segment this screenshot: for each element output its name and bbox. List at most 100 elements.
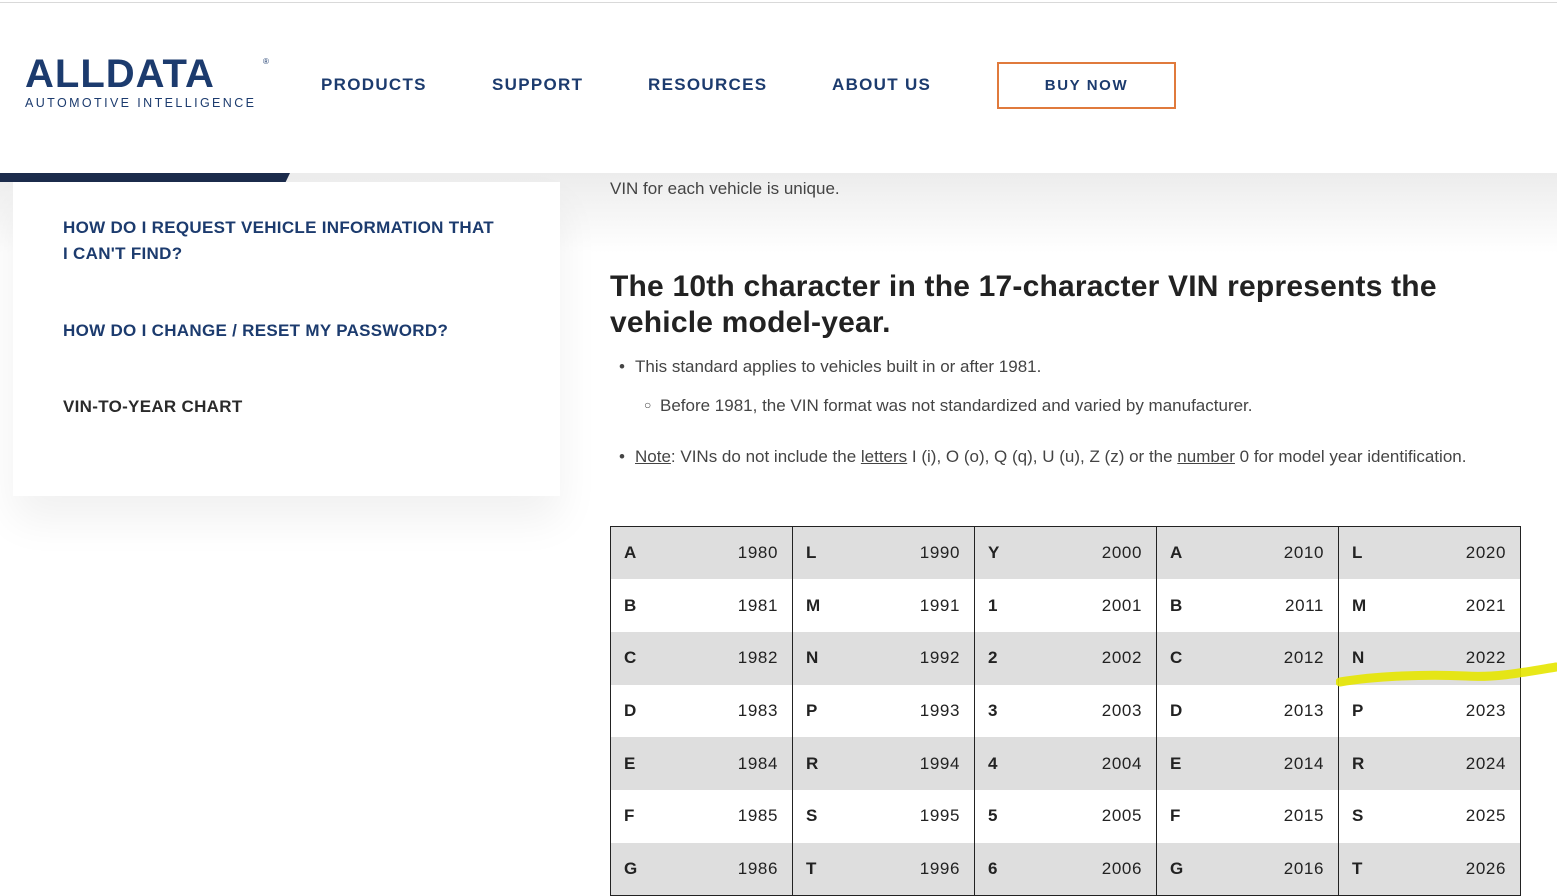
- vin-code-cell: 6: [974, 842, 1035, 896]
- model-year-cell: 1983: [670, 684, 793, 738]
- model-year-cell: 2010: [1216, 526, 1339, 580]
- sidebar-link-reset-password[interactable]: HOW DO I CHANGE / RESET MY PASSWORD?: [63, 318, 533, 344]
- vin-code-cell: E: [610, 737, 671, 790]
- sidebar-accent-bar: [0, 173, 290, 182]
- note-text-3: 0 for model year identification.: [1234, 447, 1467, 466]
- vin-code-cell: L: [1338, 526, 1399, 580]
- vin-code-cell: D: [610, 684, 671, 738]
- table-row: B 1981 M 1991 1 2001 B 2011 M 2021: [610, 579, 1521, 632]
- model-year-cell: 1980: [670, 526, 793, 580]
- vin-code-cell: 2: [974, 631, 1035, 685]
- nav-about-us[interactable]: ABOUT US: [832, 75, 931, 95]
- bullet-dot: •: [619, 447, 625, 466]
- model-year-cell: 2005: [1034, 789, 1157, 843]
- nav-products[interactable]: PRODUCTS: [321, 75, 427, 95]
- model-year-cell: 2004: [1034, 737, 1157, 790]
- vin-code-cell: 1: [974, 579, 1035, 632]
- vin-code-cell: R: [792, 737, 853, 790]
- vin-code-cell: G: [1156, 842, 1217, 896]
- model-year-cell: 1986: [670, 842, 793, 896]
- subbullet-circle: ○: [644, 398, 652, 412]
- table-row: D 1983 P 1993 3 2003 D 2013 P 2023: [610, 684, 1521, 738]
- vin-code-cell: G: [610, 842, 671, 896]
- bullet-standard: • This standard applies to vehicles buil…: [619, 353, 1042, 380]
- table-row: F 1985 S 1995 5 2005 F 2015 S 2025: [610, 789, 1521, 843]
- model-year-cell: 1995: [852, 789, 975, 843]
- model-year-cell: 2001: [1034, 579, 1157, 632]
- vin-code-cell: M: [792, 579, 853, 632]
- model-year-cell: 1992: [852, 631, 975, 685]
- vin-code-cell: D: [1156, 684, 1217, 738]
- model-year-cell: 1981: [670, 579, 793, 632]
- letters-link[interactable]: letters: [861, 447, 907, 466]
- vin-code-cell: S: [1338, 789, 1399, 843]
- vin-code-cell: 3: [974, 684, 1035, 738]
- number-link[interactable]: number: [1177, 447, 1235, 466]
- buy-now-button[interactable]: BUY NOW: [997, 62, 1176, 109]
- bullet-standard-text: This standard applies to vehicles built …: [635, 357, 1042, 376]
- subbullet-before-1981: ○ Before 1981, the VIN format was not st…: [644, 392, 1253, 419]
- sidebar-link-vin-chart[interactable]: VIN-TO-YEAR CHART: [63, 394, 503, 420]
- vin-to-year-table: A 1980 L 1990 Y 2000 A 2010 L 2020 B 1981 M 1991 1 2001…: [610, 526, 1521, 896]
- subbullet-text: Before 1981, the VIN format was not stan…: [660, 396, 1253, 415]
- vin-code-cell: E: [1156, 737, 1217, 790]
- vin-code-cell: M: [1338, 579, 1399, 632]
- model-year-cell: 1984: [670, 737, 793, 790]
- alldata-logo[interactable]: ALLDATA ® AUTOMOTIVE INTELLIGENCE: [25, 54, 275, 117]
- note-text-1: : VINs do not include the: [670, 447, 861, 466]
- model-year-cell: 1990: [852, 526, 975, 580]
- vin-code-cell: N: [792, 631, 853, 685]
- logo-tagline: AUTOMOTIVE INTELLIGENCE: [25, 96, 257, 110]
- model-year-cell: 2016: [1216, 842, 1339, 896]
- vin-code-cell: R: [1338, 737, 1399, 790]
- vin-code-cell: 5: [974, 789, 1035, 843]
- sidebar-link-request-info[interactable]: HOW DO I REQUEST VEHICLE INFORMATION THA…: [63, 215, 503, 267]
- note-text-2: I (i), O (o), Q (q), U (u), Z (z) or the: [907, 447, 1178, 466]
- model-year-cell: 2012: [1216, 631, 1339, 685]
- intro-text: VIN for each vehicle is unique.: [610, 179, 840, 198]
- vin-code-cell: B: [1156, 579, 1217, 632]
- table-row: E 1984 R 1994 4 2004 E 2014 R 2024: [610, 737, 1521, 790]
- model-year-cell: 2000: [1034, 526, 1157, 580]
- vin-code-cell: S: [792, 789, 853, 843]
- vin-code-cell: C: [1156, 631, 1217, 685]
- model-year-cell: 2015: [1216, 789, 1339, 843]
- model-year-cell: 2006: [1034, 842, 1157, 896]
- site-header: ALLDATA ® AUTOMOTIVE INTELLIGENCE PRODUC…: [0, 3, 1557, 173]
- nav-resources[interactable]: RESOURCES: [648, 75, 767, 95]
- model-year-cell: 1993: [852, 684, 975, 738]
- vin-code-cell: P: [1338, 684, 1399, 738]
- model-year-cell: 2026: [1398, 842, 1521, 896]
- bullet-dot: •: [619, 357, 625, 376]
- vin-code-cell: P: [792, 684, 853, 738]
- table-row: C 1982 N 1992 2 2002 C 2012 N 2022: [610, 631, 1521, 685]
- model-year-cell: 1991: [852, 579, 975, 632]
- page-headline: The 10th character in the 17-character V…: [610, 270, 1437, 339]
- vin-code-cell: L: [792, 526, 853, 580]
- model-year-cell: 2013: [1216, 684, 1339, 738]
- model-year-cell: 2022: [1398, 631, 1521, 685]
- table-row: G 1986 T 1996 6 2006 G 2016 T 2026: [610, 842, 1521, 896]
- vin-code-cell: T: [1338, 842, 1399, 896]
- vin-code-cell: F: [610, 789, 671, 843]
- model-year-cell: 1994: [852, 737, 975, 790]
- vin-code-cell: A: [1156, 526, 1217, 580]
- model-year-cell: 1982: [670, 631, 793, 685]
- vin-code-cell: F: [1156, 789, 1217, 843]
- vin-code-cell: B: [610, 579, 671, 632]
- vin-code-cell: 4: [974, 737, 1035, 790]
- model-year-cell: 2014: [1216, 737, 1339, 790]
- vin-code-cell: Y: [974, 526, 1035, 580]
- nav-support[interactable]: SUPPORT: [492, 75, 583, 95]
- model-year-cell: 2023: [1398, 684, 1521, 738]
- vin-code-cell: N: [1338, 631, 1399, 685]
- model-year-cell: 2024: [1398, 737, 1521, 790]
- model-year-cell: 1996: [852, 842, 975, 896]
- model-year-cell: 1985: [670, 789, 793, 843]
- model-year-cell: 2020: [1398, 526, 1521, 580]
- model-year-cell: 2002: [1034, 631, 1157, 685]
- note-label: Note: [635, 447, 671, 466]
- model-year-cell: 2021: [1398, 579, 1521, 632]
- vin-code-cell: T: [792, 842, 853, 896]
- model-year-cell: 2003: [1034, 684, 1157, 738]
